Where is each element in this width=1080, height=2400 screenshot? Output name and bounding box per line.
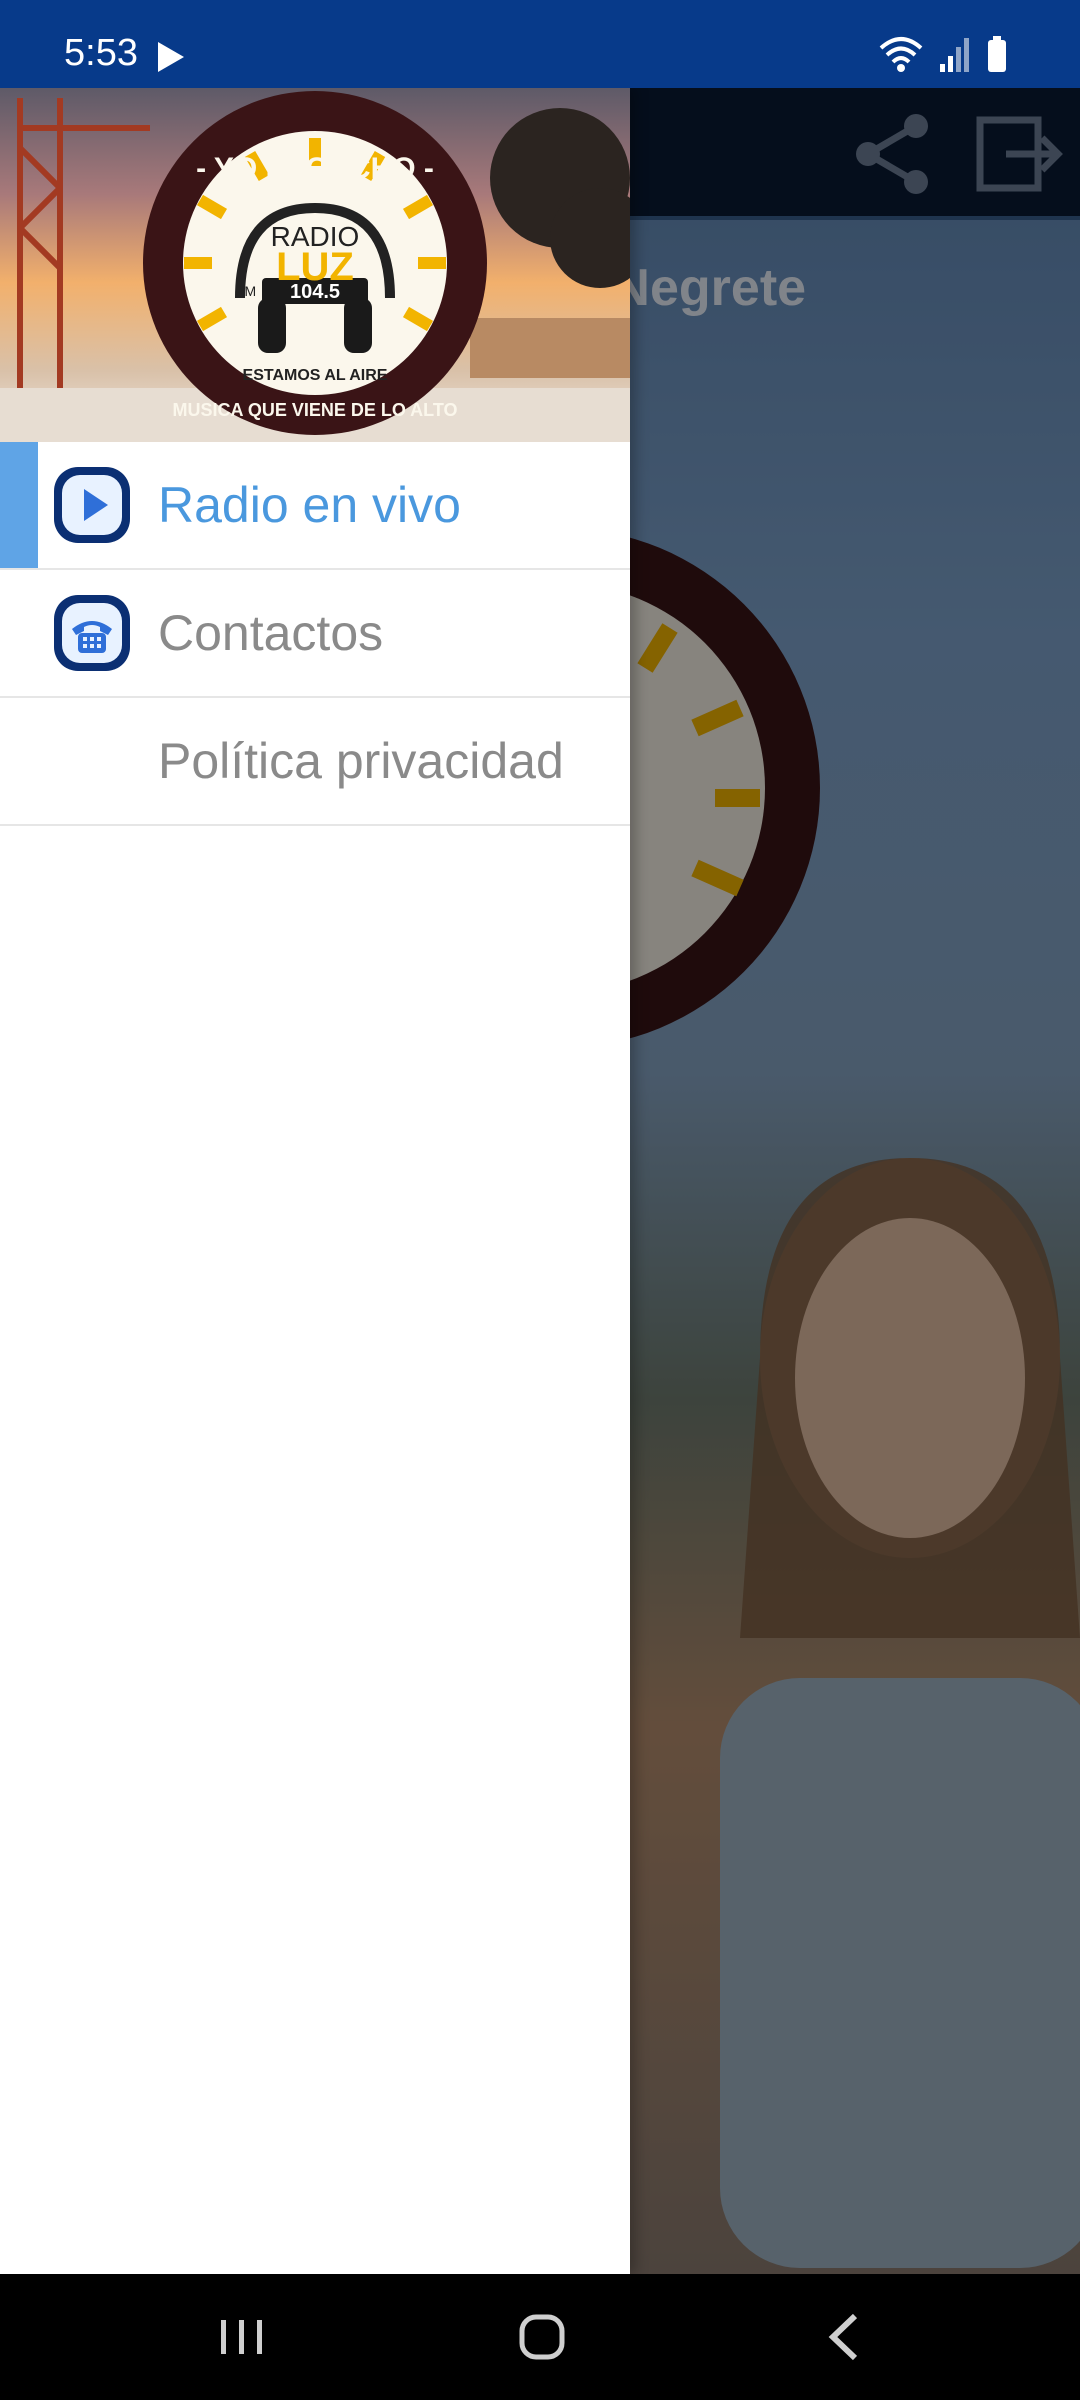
play-icon <box>54 467 130 543</box>
drawer-item-label: Radio en vivo <box>158 477 461 533</box>
drawer-item-label: Contactos <box>158 605 384 661</box>
drawer-item-radio-en-vivo[interactable]: Radio en vivo <box>0 442 630 570</box>
signal-icon <box>940 38 969 72</box>
home-icon[interactable] <box>508 2302 578 2372</box>
play-icon <box>158 42 184 72</box>
phone-icon <box>54 595 130 671</box>
navigation-drawer: - YO ESCUCHO - RADIO LUZ FM 104.5 ESTAMO… <box>0 88 630 2274</box>
drawer-item-contactos[interactable]: Contactos <box>0 570 630 698</box>
back-icon[interactable] <box>811 2302 881 2372</box>
drawer-item-politica-privacidad[interactable]: Política privacidad <box>0 698 630 826</box>
logo-top-arc: - YO ESCUCHO - <box>196 152 434 185</box>
status-icons <box>878 34 1008 74</box>
drawer-item-label: Política privacidad <box>158 733 564 789</box>
system-nav-bar <box>0 2274 1080 2400</box>
drawer-header-image: - YO ESCUCHO - RADIO LUZ FM 104.5 ESTAMO… <box>0 91 630 442</box>
logo-bottom-arc: MUSICA QUE VIENE DE LO ALTO <box>172 400 457 420</box>
active-indicator <box>0 442 38 568</box>
wifi-icon <box>879 37 923 72</box>
logo-tagline: ESTAMOS AL AIRE <box>243 367 388 384</box>
logo-frequency: 104.5 <box>290 281 340 303</box>
status-bar: 5:53 <box>0 0 1080 88</box>
recent-apps-icon[interactable] <box>207 2302 277 2372</box>
drawer-header: - YO ESCUCHO - RADIO LUZ FM 104.5 ESTAMO… <box>0 88 630 442</box>
status-time: 5:53 <box>64 32 138 74</box>
battery-icon <box>988 36 1006 72</box>
logo-band: FM <box>236 283 256 299</box>
radio-luz-logo: - YO ESCUCHO - RADIO LUZ FM 104.5 ESTAMO… <box>143 91 487 435</box>
